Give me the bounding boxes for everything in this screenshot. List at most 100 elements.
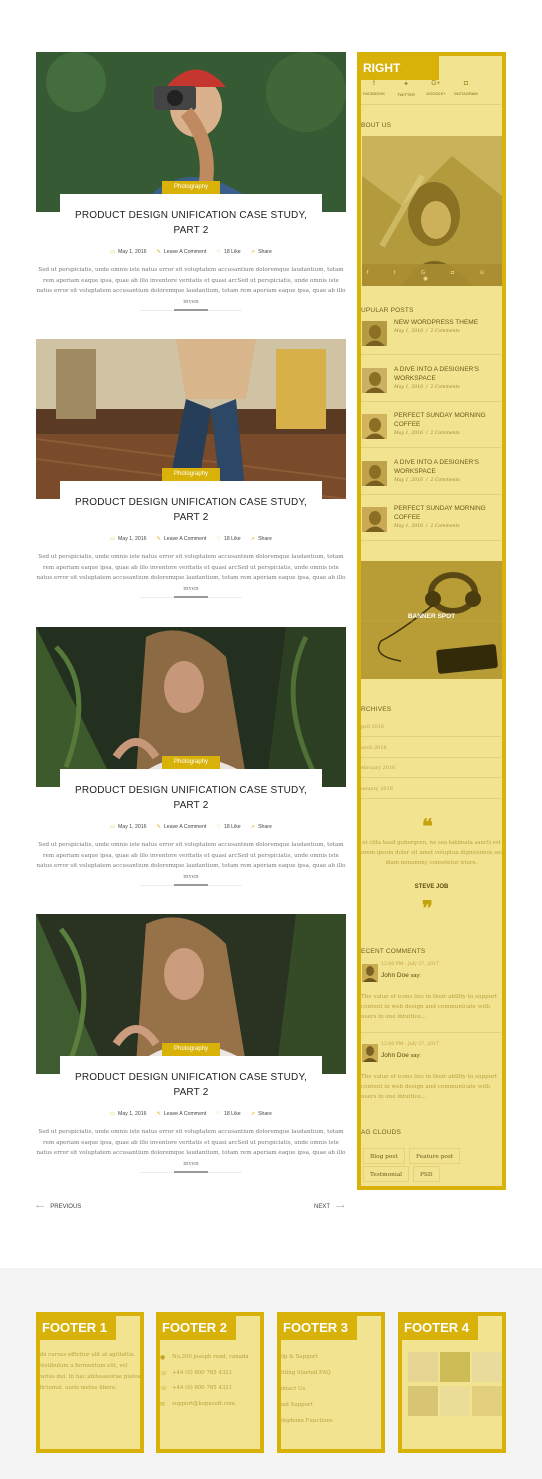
share-button[interactable]: ⇗ Share [251, 824, 272, 830]
post-title-line-2[interactable]: PART 2 [60, 510, 322, 525]
footer-link[interactable]: etting Started FAQ [281, 1370, 331, 1376]
heart-icon: ♡ [216, 536, 221, 542]
about-social-icons[interactable]: f t G ◘ ⊙ ◉ [361, 270, 502, 282]
comments-heading: ECENT COMMENTS [361, 948, 426, 955]
blog-post: Photography PRODUCT DESIGN UNIFICATION CA… [36, 914, 346, 1186]
social-google[interactable]: G+ GOOGLE+ [421, 80, 451, 96]
comment-link[interactable]: ✎ Leave A Comment [157, 1111, 207, 1117]
post-title-line-2[interactable]: PART 2 [60, 1085, 322, 1100]
heart-icon: ♡ [216, 249, 221, 255]
post-meta: ▭ May 1, 2016 ✎ Leave A Comment ♡ 18 Like ⇗ Sha… [36, 249, 346, 255]
popular-post-meta: May 1, 2016 / 2 Comments [394, 385, 460, 390]
share-text: Share [258, 824, 272, 830]
popular-post-meta: May 1, 2016 / 2 Comments [394, 329, 460, 334]
share-button[interactable]: ⇗ Share [251, 1111, 272, 1117]
archive-link[interactable]: arch 2016 [361, 745, 387, 751]
post-title-line-1[interactable]: PRODUCT DESIGN UNIFICATION CASE STUDY, [60, 208, 322, 223]
popular-post-title[interactable]: NEW WORDPRESS THEME [394, 318, 494, 327]
popular-post-thumb[interactable] [362, 461, 387, 486]
sidebar-tag: RIGHT [361, 56, 439, 80]
banner-spot[interactable]: BANNER SPOT [361, 561, 502, 679]
popular-post-item[interactable]: PERFECT SUNDAY MORNING COFFEE May 1, 2016… [361, 411, 501, 451]
popular-post-item[interactable]: A DIVE INTO A DESIGNER'S WORKSPACE May 1,… [361, 458, 501, 498]
divider [361, 736, 501, 737]
tag-feature-post[interactable]: Feature post [409, 1148, 461, 1164]
archive-link[interactable]: anuary 2016 [361, 786, 393, 792]
footer-about-text: obi cursus efficitur elit at agittattis.… [38, 1352, 141, 1391]
instagram-thumb[interactable] [408, 1386, 438, 1416]
next-link[interactable]: NEXT ⟶ [314, 1203, 344, 1210]
like-text: 18 Like [223, 536, 241, 542]
footer-link[interactable]: elephone Functions [281, 1418, 333, 1424]
share-icon: ⇗ [250, 824, 256, 830]
popular-post-title[interactable]: PERFECT SUNDAY MORNING COFFEE [394, 411, 494, 429]
popular-post-comments: 2 Comments [430, 329, 460, 334]
category-badge[interactable]: Photography [162, 756, 220, 769]
footer-link[interactable]: ontact Us [281, 1386, 305, 1392]
post-title-line-2[interactable]: PART 2 [60, 798, 322, 813]
archive-link[interactable]: pril 2016 [361, 724, 384, 730]
arrow-left-icon: ⟵ [36, 1204, 45, 1210]
tags-heading: AG CLOUDS [361, 1129, 402, 1136]
previous-link[interactable]: ⟵ PREVIOUS [36, 1203, 81, 1210]
post-title-line-1[interactable]: PRODUCT DESIGN UNIFICATION CASE STUDY, [60, 495, 322, 510]
instagram-thumb[interactable] [440, 1386, 470, 1416]
footer-email[interactable]: support@kopasoft.com [172, 1401, 235, 1407]
post-title-line-1[interactable]: PRODUCT DESIGN UNIFICATION CASE STUDY, [60, 1070, 322, 1085]
popular-post-title[interactable]: A DIVE INTO A DESIGNER'S WORKSPACE [394, 458, 494, 476]
category-badge[interactable]: Photography [162, 181, 220, 194]
instagram-thumb[interactable] [472, 1386, 502, 1416]
category-badge[interactable]: Photography [162, 1043, 220, 1056]
social-twitter[interactable]: ✦ TWITTER [391, 80, 421, 97]
social-facebook[interactable]: f FACEBOOK [361, 80, 389, 96]
like-button[interactable]: ♡ 18 Like [216, 536, 240, 542]
tag-psd[interactable]: PSD [413, 1166, 440, 1182]
footer-link[interactable]: elp & Support [281, 1354, 318, 1360]
instagram-thumb[interactable] [472, 1352, 502, 1382]
comment-link[interactable]: ✎ Leave A Comment [157, 824, 207, 830]
tag-blog-post[interactable]: Blog post [363, 1148, 405, 1164]
like-text: 18 Like [223, 249, 241, 255]
date-text: May 1, 2016 [118, 249, 147, 255]
like-button[interactable]: ♡ 18 Like [216, 1111, 240, 1117]
calendar-icon: ▭ [110, 249, 115, 255]
about-heading: BOUT US [361, 122, 392, 129]
divider [361, 797, 501, 799]
tag-testmonial[interactable]: Testmonial [363, 1166, 410, 1182]
category-badge[interactable]: Photography [162, 468, 220, 481]
popular-post-item[interactable]: PERFECT SUNDAY MORNING COFFEE May 1, 2016… [361, 504, 501, 544]
post-title-box: PRODUCT DESIGN UNIFICATION CASE STUDY, PA… [60, 194, 322, 242]
popular-post-item[interactable]: A DIVE INTO A DESIGNER'S WORKSPACE May 1,… [361, 365, 501, 405]
popular-post-title[interactable]: PERFECT SUNDAY MORNING COFFEE [394, 504, 494, 522]
popular-post-title[interactable]: A DIVE INTO A DESIGNER'S WORKSPACE [394, 365, 494, 383]
popular-post-comments: 2 Comments [430, 385, 460, 390]
popular-post-meta: May 1, 2016 / 2 Comments [394, 431, 460, 436]
popular-post-thumb[interactable] [362, 368, 387, 393]
social-label: INSTAGRAM [454, 91, 478, 96]
comment-link[interactable]: ✎ Leave A Comment [157, 249, 207, 255]
heart-icon: ♡ [216, 1111, 221, 1117]
instagram-thumb[interactable] [408, 1352, 438, 1382]
post-title-box: PRODUCT DESIGN UNIFICATION CASE STUDY, PA… [60, 769, 322, 817]
popular-post-thumb[interactable] [362, 507, 387, 532]
like-button[interactable]: ♡ 18 Like [216, 249, 240, 255]
calendar-icon: ▭ [110, 1111, 115, 1117]
share-button[interactable]: ⇗ Share [251, 249, 272, 255]
like-button[interactable]: ♡ 18 Like [216, 824, 240, 830]
popular-post-item[interactable]: NEW WORDPRESS THEME May 1, 2016 / 2 Comme… [361, 318, 501, 358]
popular-post-thumb[interactable] [362, 414, 387, 439]
archive-link[interactable]: ebruary 2016 [361, 765, 395, 771]
post-title-line-2[interactable]: PART 2 [60, 223, 322, 238]
post-excerpt: Sed ut perspiciatis, unde omnis iste nat… [36, 1129, 346, 1167]
post-meta: ▭ May 1, 2016 ✎ Leave A Comment ♡ 18 Like ⇗ Sha… [36, 824, 346, 830]
popular-post-thumb[interactable] [362, 321, 387, 346]
social-instagram[interactable]: ◘ INSTAGRAM [451, 80, 481, 96]
comment-link[interactable]: ✎ Leave A Comment [157, 536, 207, 542]
comment-text: The value of icons lies in their ability… [361, 994, 498, 1020]
popular-post-comments: 2 Comments [430, 478, 460, 483]
post-title-line-1[interactable]: PRODUCT DESIGN UNIFICATION CASE STUDY, [60, 783, 322, 798]
share-button[interactable]: ⇗ Share [251, 536, 272, 542]
next-label: NEXT [314, 1204, 330, 1210]
instagram-thumb[interactable] [440, 1352, 470, 1382]
footer-link[interactable]: eed Support [281, 1402, 313, 1408]
